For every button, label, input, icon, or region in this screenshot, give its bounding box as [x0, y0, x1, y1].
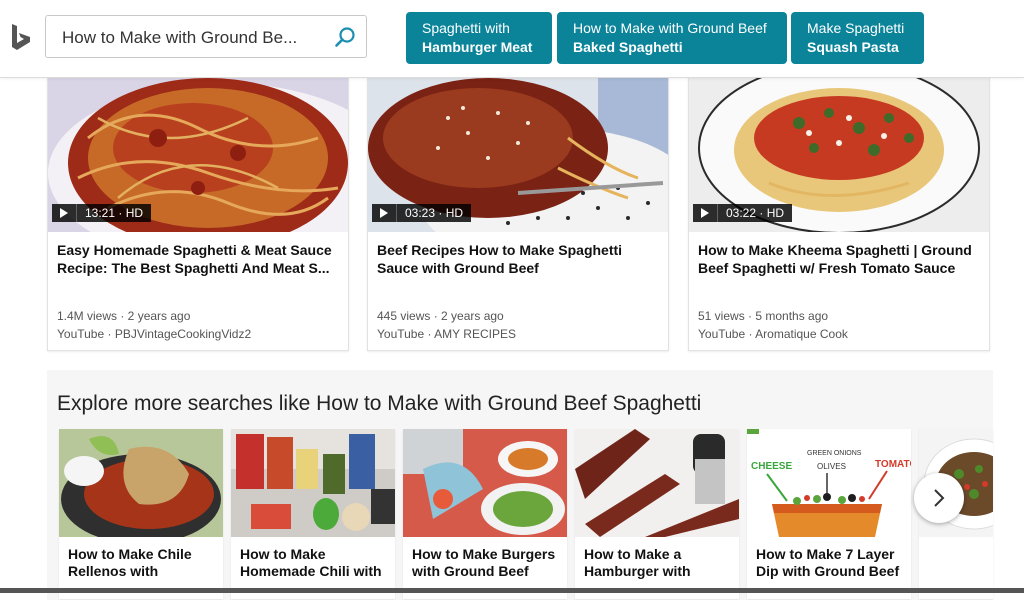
chip-line2: Hamburger Meat	[422, 39, 533, 55]
explore-more-section: Explore more searches like How to Make w…	[47, 370, 993, 600]
header: How to Make with Ground Be... Spaghetti …	[0, 0, 1024, 78]
duration-badge: 13:21 · HD	[52, 204, 152, 222]
chevron-right-icon	[934, 489, 945, 507]
video-title[interactable]: How to Make Kheema Spaghetti | Ground Be…	[698, 241, 980, 277]
video-views: 445 views · 2 years ago	[377, 309, 504, 323]
search-input[interactable]: How to Make with Ground Be...	[62, 28, 322, 48]
duration-text: 13:21 · HD	[85, 206, 144, 220]
video-title-line: How to Make Kheema Spaghetti | Ground	[698, 242, 972, 258]
video-thumbnail[interactable]: 03:22 · HD	[689, 78, 989, 232]
explore-card-title: How to Make Burgers with Ground Beef	[412, 546, 562, 580]
explore-title-line: Hamburger with	[584, 563, 691, 579]
explore-title-line: How to Make Burgers	[412, 546, 556, 562]
video-title-line: Recipe: The Best Spaghetti And Meat S...	[57, 260, 330, 276]
video-meta: 1.4M views · 2 years ago YouTube · PBJVi…	[57, 307, 251, 343]
video-thumbnail[interactable]: 13:21 · HD	[48, 78, 348, 232]
video-card[interactable]: 03:22 · HD How to Make Kheema Spaghetti …	[688, 77, 990, 351]
duration-text: 03:22 · HD	[726, 206, 785, 220]
explore-card[interactable]: How to Make Burgers with Ground Beef	[403, 429, 567, 599]
explore-title-line: How to Make Chile	[68, 546, 192, 562]
tomatoes-label: TOMATOES	[875, 459, 911, 470]
explore-title-line: How to Make	[240, 546, 326, 562]
video-source: YouTube · Aromatique Cook	[698, 327, 848, 341]
video-card[interactable]: 03:23 · HD Beef Recipes How to Make Spag…	[367, 77, 669, 351]
video-views: 51 views · 5 months ago	[698, 309, 829, 323]
video-title[interactable]: Beef Recipes How to Make Spaghetti Sauce…	[377, 241, 659, 277]
video-thumbnail[interactable]: 03:23 · HD	[368, 78, 668, 232]
explore-title-line: with Ground Beef	[412, 563, 529, 579]
explore-card[interactable]: How to Make Chile Rellenos with	[59, 429, 223, 599]
explore-card[interactable]: How to Make a Hamburger with	[575, 429, 739, 599]
explore-title-line: How to Make a	[584, 546, 682, 562]
explore-title-line: Dip with Ground Beef	[756, 563, 900, 579]
video-card[interactable]: 13:21 · HD Easy Homemade Spaghetti & Mea…	[47, 77, 349, 351]
chip-line1: Spaghetti with	[422, 20, 510, 36]
olives-label: OLIVES	[817, 462, 846, 471]
carousel-next-button[interactable]	[914, 473, 964, 523]
explore-image	[403, 429, 567, 537]
bottom-border	[0, 588, 1024, 593]
explore-title-line: Rellenos with	[68, 563, 159, 579]
green-onions-label: GREEN ONIONS	[807, 450, 862, 457]
cheese-label: CHEESE	[751, 461, 792, 472]
explore-title-line: How to Make 7 Layer	[756, 546, 895, 562]
explore-card[interactable]: CHEESE GREEN ONIONS OLIVES TOMATOES How …	[747, 429, 911, 599]
explore-card-title: How to Make a Hamburger with	[584, 546, 734, 580]
explore-image	[231, 429, 395, 537]
play-icon	[52, 204, 77, 222]
video-views: 1.4M views · 2 years ago	[57, 309, 191, 323]
duration-text: 03:23 · HD	[405, 206, 464, 220]
bing-logo-icon[interactable]	[10, 24, 32, 52]
related-chip-squash-pasta[interactable]: Make Spaghetti Squash Pasta	[791, 12, 924, 64]
explore-title: Explore more searches like How to Make w…	[57, 392, 702, 415]
video-title[interactable]: Easy Homemade Spaghetti & Meat Sauce Rec…	[57, 241, 339, 277]
explore-image	[575, 429, 739, 537]
explore-card[interactable]: How to Make Homemade Chili with	[231, 429, 395, 599]
video-title-line: Sauce with Ground Beef	[377, 260, 539, 276]
play-icon	[372, 204, 397, 222]
play-icon	[693, 204, 718, 222]
related-chip-baked-spaghetti[interactable]: How to Make with Ground Beef Baked Spagh…	[557, 12, 787, 64]
duration-badge: 03:22 · HD	[693, 204, 793, 222]
explore-title-line: Homemade Chili with	[240, 563, 382, 579]
video-title-line: Beef Spaghetti w/ Fresh Tomato Sauce	[698, 260, 956, 276]
related-chip-spaghetti-hamburger[interactable]: Spaghetti with Hamburger Meat	[406, 12, 552, 64]
video-source: YouTube · PBJVintageCookingVidz2	[57, 327, 252, 341]
explore-image: CHEESE GREEN ONIONS OLIVES TOMATOES	[747, 429, 911, 537]
search-box[interactable]: How to Make with Ground Be...	[45, 15, 367, 58]
video-title-line: Easy Homemade Spaghetti & Meat Sauce	[57, 242, 332, 258]
explore-image	[59, 429, 223, 537]
chip-line2: Squash Pasta	[807, 39, 899, 55]
search-icon[interactable]	[334, 26, 356, 48]
video-source: YouTube · AMY RECIPES	[377, 327, 516, 341]
video-meta: 51 views · 5 months ago YouTube · Aromat…	[698, 307, 848, 343]
chip-line1: How to Make with Ground Beef	[573, 20, 767, 36]
chip-line2: Baked Spaghetti	[573, 39, 683, 55]
duration-badge: 03:23 · HD	[372, 204, 472, 222]
explore-card-title: How to Make Homemade Chili with	[240, 546, 390, 580]
chip-line1: Make Spaghetti	[807, 20, 905, 36]
explore-card-title: How to Make 7 Layer Dip with Ground Beef	[756, 546, 906, 580]
explore-card-title: How to Make Chile Rellenos with	[68, 546, 218, 580]
video-meta: 445 views · 2 years ago YouTube · AMY RE…	[377, 307, 516, 343]
video-title-line: Beef Recipes How to Make Spaghetti	[377, 242, 623, 258]
